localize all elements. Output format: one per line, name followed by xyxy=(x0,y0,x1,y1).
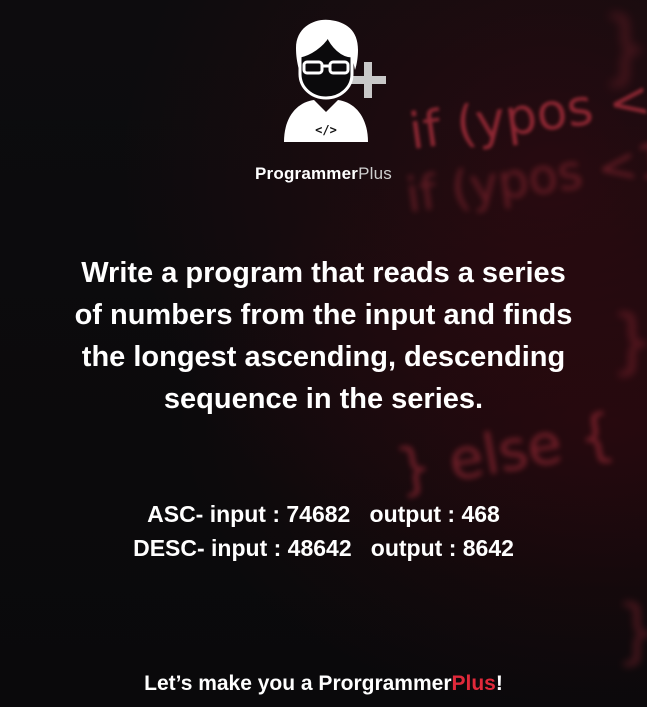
examples: ASC- input : 74682 output : 468 DESC- in… xyxy=(0,497,647,565)
footer-accent: Plus xyxy=(451,672,496,695)
brand-name: ProgrammerPlus xyxy=(0,164,647,184)
example-input: ASC- input : 74682 xyxy=(147,501,351,527)
example-desc: DESC- input : 48642 output : 8642 xyxy=(0,531,647,565)
background-code-decoration: } xyxy=(615,590,647,672)
programmer-avatar-icon: </> xyxy=(284,19,386,142)
headline-line: sequence in the series. xyxy=(163,383,484,415)
example-output: output : 8642 xyxy=(370,535,514,561)
headline-line: Write a program that reads a series xyxy=(81,257,566,289)
footer-tagline: Let’s make you a ProrgrammerPlus! xyxy=(0,672,647,696)
example-output: output : 468 xyxy=(369,501,500,527)
headline-line: of numbers from the input and finds xyxy=(74,299,573,331)
background-code-decoration: } xyxy=(600,0,647,93)
example-asc: ASC- input : 74682 output : 468 xyxy=(0,497,647,531)
footer-end: ! xyxy=(495,672,503,695)
brand-name-main: Programmer xyxy=(255,164,359,183)
headline-line: the longest ascending, descending xyxy=(81,341,566,373)
brand-name-plus: Plus xyxy=(358,164,392,183)
headline: Write a program that reads a series of n… xyxy=(20,252,627,420)
footer-text: Let’s make you a Prorgrammer xyxy=(144,672,452,695)
example-input: DESC- input : 48642 xyxy=(133,535,352,561)
logo-code-glyph: </> xyxy=(315,123,337,137)
